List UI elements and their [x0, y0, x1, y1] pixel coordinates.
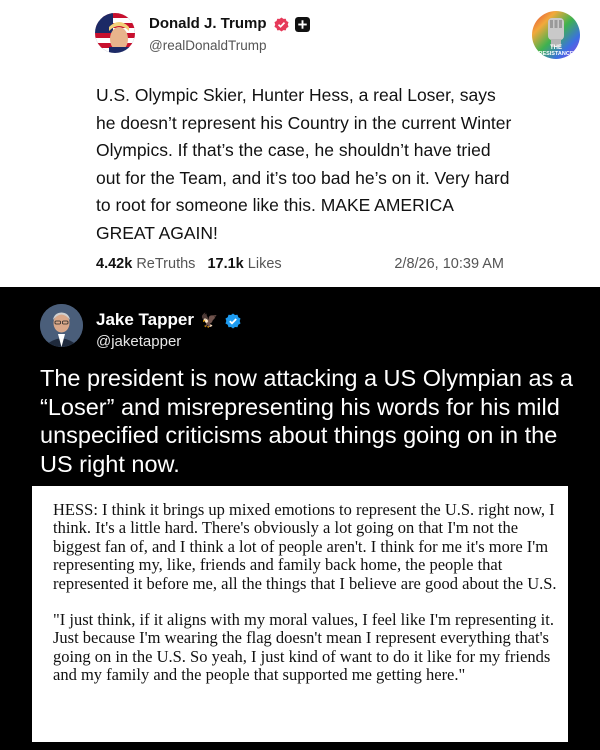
eagle-emoji-icon: 🦅 — [200, 312, 219, 328]
verified-badge-icon — [274, 17, 289, 32]
trump-avatar-image — [95, 13, 135, 53]
tapper-author-name-row: Jake Tapper 🦅 — [96, 310, 241, 330]
trump-handle[interactable]: @realDonaldTrump — [149, 38, 267, 53]
plus-icon — [294, 16, 310, 32]
verified-checkmark-icon — [225, 313, 241, 329]
likes-label: Likes — [247, 256, 282, 272]
retruths-stat[interactable]: 4.42k ReTruths — [96, 256, 195, 272]
truth-post-stats: 4.42k ReTruths 17.1k Likes 2/8/26, 10:39… — [96, 256, 516, 272]
retruths-count: 4.42k — [96, 256, 133, 272]
resistance-text-line2: RESISTANCE — [538, 51, 573, 57]
truth-post-timestamp[interactable]: 2/8/26, 10:39 AM — [394, 256, 504, 272]
likes-stat[interactable]: 17.1k Likes — [207, 256, 281, 272]
quote-paragraph-1: HESS: I think it brings up mixed emotion… — [53, 500, 557, 593]
retruths-label: ReTruths — [136, 256, 196, 272]
tapper-avatar-image — [40, 304, 83, 347]
tapper-avatar[interactable] — [40, 304, 83, 347]
tapper-author-name[interactable]: Jake Tapper — [96, 310, 194, 329]
truth-post-card: Donald J. Trump @realDonaldTrump THE RES… — [0, 0, 600, 287]
the-resistance-logo: THE RESISTANCE — [531, 10, 581, 60]
quote-paragraph-2: "I just think, if it aligns with my mora… — [53, 610, 554, 685]
trump-author-name[interactable]: Donald J. Trump — [149, 15, 267, 32]
resistance-fist-icon: THE RESISTANCE — [532, 11, 580, 59]
truth-post-text: U.S. Olympic Skier, Hunter Hess, a real … — [96, 85, 512, 243]
trump-author-name-row: Donald J. Trump — [149, 15, 310, 32]
tweet-text: The president is now attacking a US Olym… — [40, 365, 573, 477]
trump-avatar[interactable] — [95, 13, 135, 53]
hess-quote-screenshot: HESS: I think it brings up mixed emotion… — [32, 486, 568, 742]
tapper-handle[interactable]: @jaketapper — [96, 333, 181, 350]
likes-count: 17.1k — [207, 256, 244, 272]
